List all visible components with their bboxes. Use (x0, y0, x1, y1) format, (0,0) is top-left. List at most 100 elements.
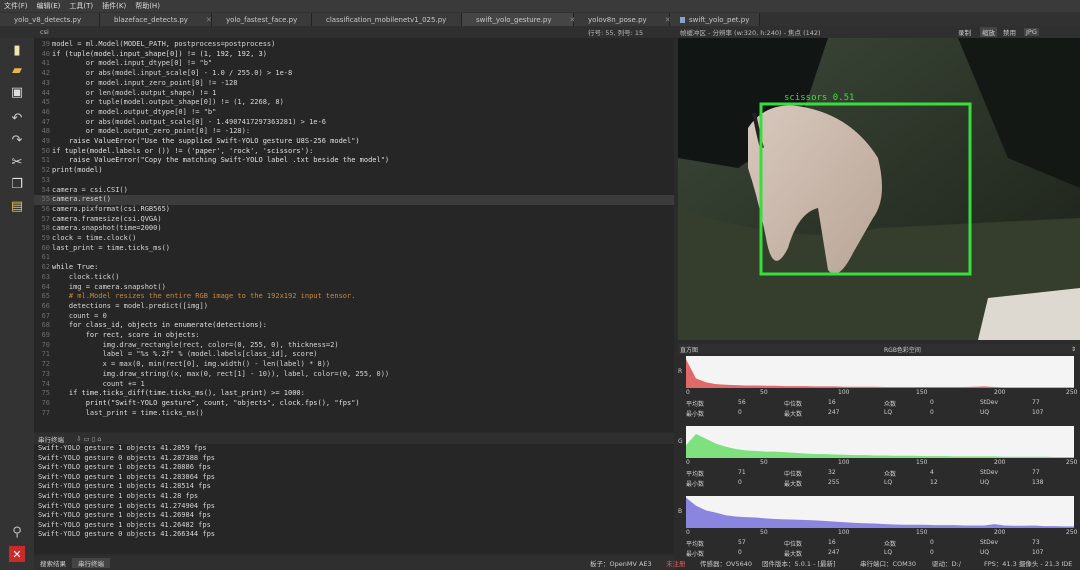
code-text: raise ValueError("Use the supplied Swift… (52, 137, 360, 145)
code-line: 43 or model.input_zero_point[0] != -128 (34, 79, 674, 89)
record-button[interactable]: 录制 (958, 27, 971, 37)
line-number: 48 (41, 127, 50, 136)
stat-label: 最小数 (686, 411, 705, 418)
code-line: 69 for rect, score in objects: (34, 331, 674, 341)
colorspace-select[interactable]: RGB色彩空间 (884, 345, 921, 354)
code-text: label = "%s %.2f" % (model.labels[class_… (52, 350, 318, 359)
file-tab[interactable]: blazeface_detects.py ✕ (100, 13, 212, 26)
new-file-icon[interactable]: ▮ (9, 42, 25, 58)
line-number: 77 (41, 408, 50, 417)
jpg-button[interactable]: JPG (1024, 28, 1039, 36)
stat-value: 12 (930, 479, 938, 486)
camera-image: scissors 0.51 (678, 38, 1080, 340)
terminal-tool-icons[interactable]: ⇩ ▭ ▯ ⌂ (76, 435, 102, 443)
line-number: 46 (41, 107, 50, 116)
terminal-line: Swift-YOLO gesture 0 objects 41.287388 f… (38, 453, 216, 462)
cut-icon[interactable]: ✂ (9, 154, 25, 170)
code-line: 77 last_print = time.ticks_ms() (34, 409, 674, 419)
editor-tab-label[interactable]: csi (40, 28, 49, 36)
line-number: 62 (41, 263, 50, 272)
stat-value: 107 (1032, 409, 1044, 416)
disable-button[interactable]: 禁用 (1003, 27, 1016, 37)
file-tab-active[interactable]: swift_yolo_gesture.py ✕ (462, 13, 575, 26)
stat-value: 0 (738, 549, 742, 556)
tab-search-results[interactable]: 搜索结果 (34, 558, 72, 568)
chevron-down-icon[interactable]: ⇕ (1071, 346, 1076, 353)
code-line: 41 or model.input_dtype[0] != "b" (34, 59, 674, 69)
stat-value: 57 (738, 539, 746, 546)
code-line: 64 img = camera.snapshot() (34, 283, 674, 293)
line-number: 41 (41, 59, 50, 68)
file-tab[interactable]: yolov8n_pose.py ✕ (574, 13, 671, 26)
stat-label: 众数 (884, 541, 897, 548)
terminal-line: Swift-YOLO gesture 0 objects 41.266344 f… (38, 530, 216, 539)
stat-value: 32 (828, 469, 836, 476)
framebuffer-info: 帧缓冲区 - 分辨率 (w:320, h:240) - 焦点 (142) (680, 29, 821, 37)
code-text: or model.input_dtype[0] != "b" (52, 59, 213, 68)
line-number: 70 (41, 340, 50, 349)
axis-tick: 50 (760, 529, 768, 536)
undo-icon[interactable]: ↶ (9, 110, 25, 126)
code-line: 59 clock = time.clock() (34, 234, 674, 244)
file-tab[interactable]: classification_mobilenetv1_025.py✕ (312, 13, 470, 26)
stat-value: 247 (828, 549, 840, 556)
save-icon[interactable]: ▣ (9, 84, 25, 100)
stat-label: 最大数 (784, 481, 803, 488)
code-text: model = ml.Model(MODEL_PATH, postprocess… (52, 40, 276, 48)
axis-tick: 50 (760, 459, 768, 466)
connect-icon[interactable]: ⚲ (9, 524, 25, 540)
code-line: 40 if (tuple(model.input_shape[0]) != (1,… (34, 50, 674, 60)
serial-terminal[interactable]: Swift-YOLO gesture 1 objects 41.2859 fps… (34, 444, 674, 554)
histogram-plot (686, 426, 1074, 458)
code-editor[interactable]: 39 model = ml.Model(MODEL_PATH, postproce… (34, 38, 674, 432)
zoom-button[interactable]: 缩放 (980, 27, 997, 37)
stat-label: StDev (980, 399, 999, 406)
code-line: 45 or tuple(model.output_shape[0]) != (1… (34, 98, 674, 108)
open-folder-icon[interactable]: ▰ (9, 62, 25, 78)
stat-label: 平均数 (686, 541, 705, 548)
file-tab[interactable]: swift_yolo_pet.py (670, 13, 760, 26)
axis-tick: 250 (1066, 529, 1078, 536)
line-number: 40 (41, 49, 50, 58)
line-number: 51 (41, 156, 50, 165)
stat-label: 中位数 (784, 541, 803, 548)
file-tab[interactable]: yolo_v8_detects.py✕ (0, 13, 105, 26)
code-text: or model.output_dtype[0] != "b" (52, 107, 217, 116)
menu-help[interactable]: 帮助(H) (135, 1, 160, 11)
menu-bar: 文件(F) 编辑(E) 工具(T) 插件(K) 帮助(H) (0, 0, 1080, 12)
code-text: while True: (52, 263, 99, 272)
paste-icon[interactable]: ▤ (9, 198, 25, 214)
menu-file[interactable]: 文件(F) (4, 1, 28, 11)
stat-value: 0 (738, 409, 742, 416)
code-line: 61 (34, 253, 674, 263)
code-text: clock = time.clock() (52, 234, 137, 242)
terminal-line: Swift-YOLO gesture 1 objects 41.28886 fp… (38, 463, 211, 472)
code-line: 44 or len(model.output_shape) != 1 (34, 89, 674, 99)
close-icon[interactable]: ✕ (206, 16, 212, 24)
code-text: x = max(0, min(rect[0], img.width() - le… (52, 360, 331, 369)
axis-tick: 200 (994, 389, 1006, 396)
menu-plugins[interactable]: 插件(K) (102, 1, 126, 11)
stop-icon[interactable]: ✕ (9, 546, 25, 562)
stat-value: 0 (930, 409, 934, 416)
code-line: 48 or model.output_zero_point[0] != -128… (34, 127, 674, 137)
code-line: 74 count += 1 (34, 380, 674, 390)
line-number: 65 (41, 292, 50, 301)
code-line: 63 clock.tick() (34, 273, 674, 283)
line-number: 44 (41, 88, 50, 97)
menu-tools[interactable]: 工具(T) (69, 1, 93, 11)
menu-edit[interactable]: 编辑(E) (37, 1, 61, 11)
code-line: 49 raise ValueError("Use the supplied Sw… (34, 137, 674, 147)
histogram-plot (686, 356, 1074, 388)
line-number: 66 (41, 301, 50, 310)
file-tab[interactable]: yolo_fastest_face.py✕ (212, 13, 321, 26)
board-status: 板子：OpenMV AE3 (590, 560, 652, 568)
tab-serial-terminal[interactable]: 串行终端 (72, 558, 110, 568)
copy-icon[interactable]: ❐ (9, 176, 25, 192)
redo-icon[interactable]: ↷ (9, 132, 25, 148)
code-line: 60 last_print = time.ticks_ms() (34, 244, 674, 254)
line-number: 68 (41, 321, 50, 330)
stat-label: StDev (980, 539, 999, 546)
axis-tick: 250 (1066, 459, 1078, 466)
code-text: camera.pixformat(csi.RGB565) (52, 204, 171, 213)
